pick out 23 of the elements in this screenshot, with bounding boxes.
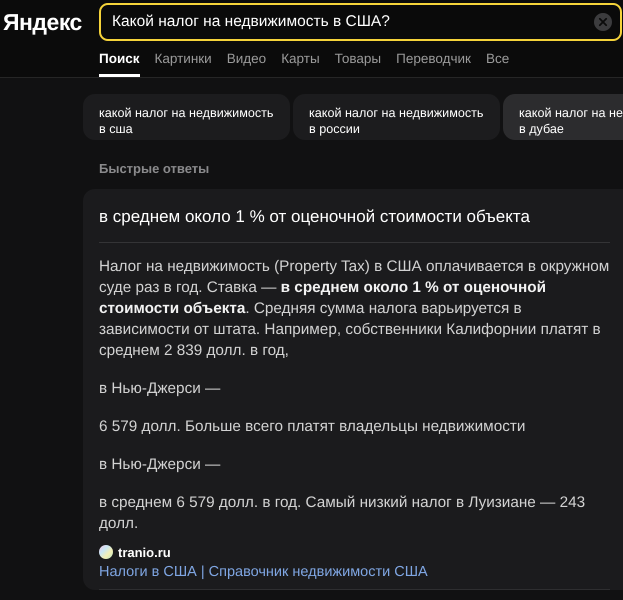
suggestion-chip[interactable]: какой налог на не в дубае xyxy=(503,94,623,140)
answer-paragraph: в среднем 6 579 долл. в год. Самый низкий налог в Луизиане — 243 долл. xyxy=(99,493,586,534)
section-heading: Быстрые ответы xyxy=(99,160,210,178)
answer-title: в среднем около 1 % от оценочной стоимости объекта xyxy=(99,205,610,243)
nav-tab[interactable]: Поиск xyxy=(99,44,140,77)
source-link[interactable]: Налоги в США | Справочник недвижимости США xyxy=(99,562,428,582)
source-domain[interactable]: tranio.ru xyxy=(118,544,171,560)
suggestion-chip[interactable]: какой налог на недвижимость в сша xyxy=(83,94,290,140)
yandex-logo[interactable]: Яндекс xyxy=(0,3,99,41)
nav-tab[interactable]: Карты xyxy=(281,44,320,77)
answer-paragraph: 6 579 долл. Больше всего платят владельцы недвижимости xyxy=(99,417,526,437)
favicon-icon xyxy=(99,545,113,559)
suggestion-chip[interactable]: какой налог на недвижимость в россии xyxy=(293,94,500,140)
nav-tab[interactable]: Видео xyxy=(226,44,266,77)
nav-tab[interactable]: Картинки xyxy=(154,44,212,77)
search-field[interactable]: Какой налог на недвижимость в США? xyxy=(99,3,622,41)
answer-paragraph: в Нью-Джерси — xyxy=(99,379,222,399)
nav-tab[interactable]: Товары xyxy=(334,44,382,77)
nav-tab[interactable]: Переводчик xyxy=(396,44,471,77)
answer-paragraph: Налог на недвижимость (Property Tax) в США оплачивается в окружном суде раз в год. Ставка — в среднем около 1 % от оценочной стоимости объекта. Средняя сумма налога варьируется в зависимости от штата. Например, собственники Калифорнии платят в среднем 2 839 долл. в год, xyxy=(99,257,610,361)
answer-paragraph: в Нью-Джерси — xyxy=(99,455,222,475)
clear-icon[interactable] xyxy=(594,13,612,31)
nav-tab[interactable]: Все xyxy=(486,44,510,77)
